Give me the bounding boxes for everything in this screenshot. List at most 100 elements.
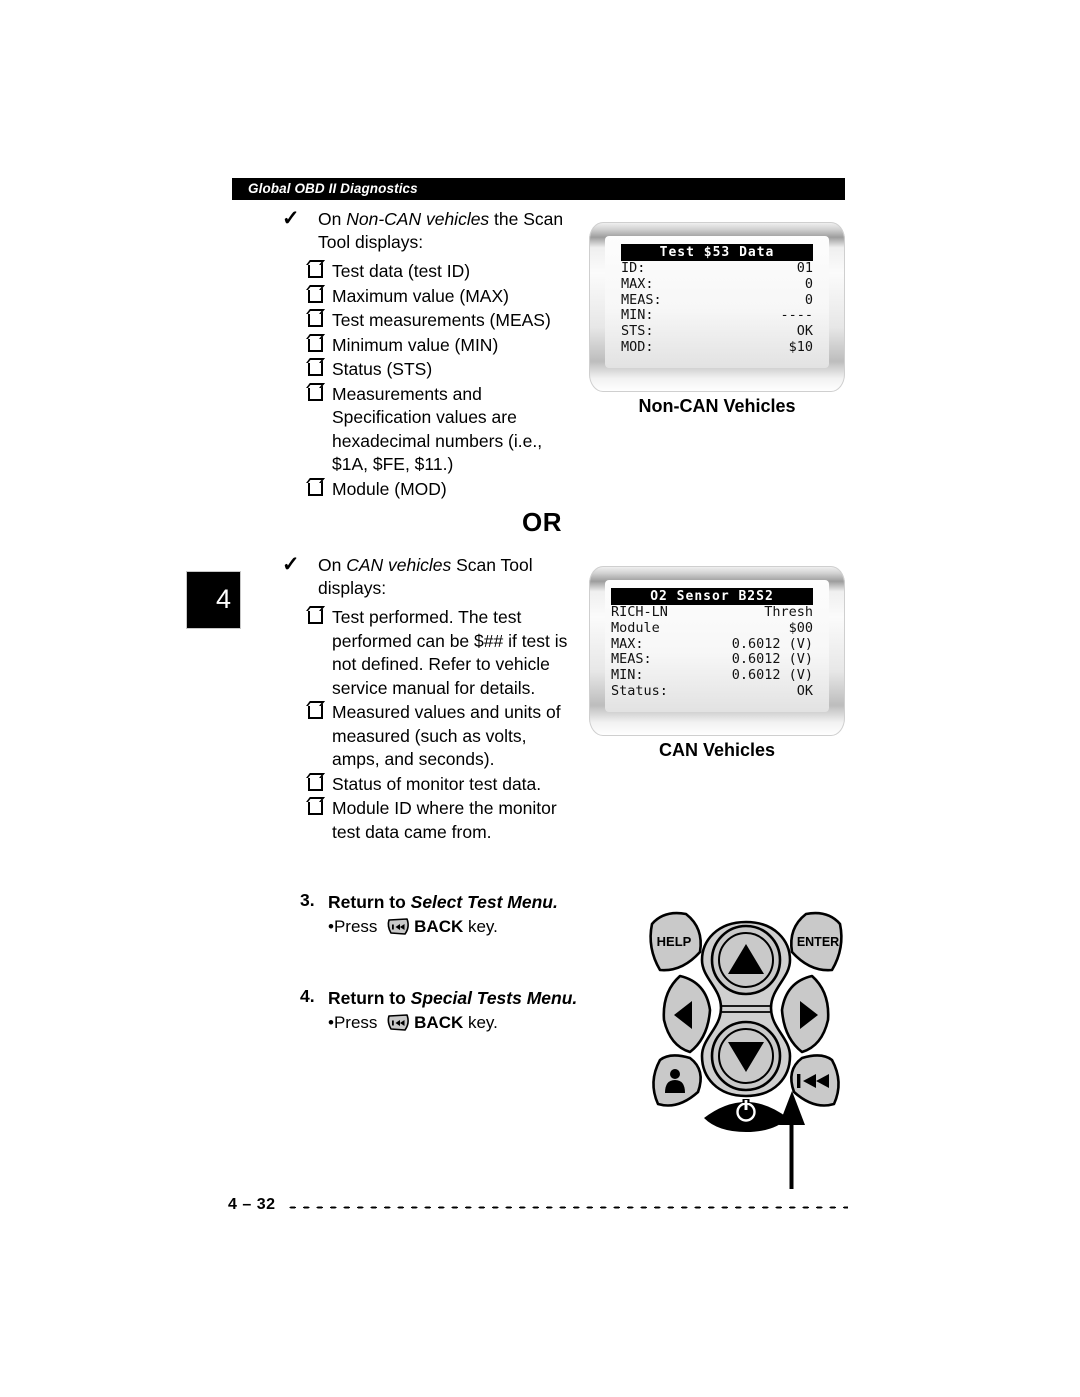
lcd-row-value: OK xyxy=(796,323,813,340)
step-title-italic: Select Test Menu. xyxy=(410,892,558,912)
non-can-lead-emphasis: Non-CAN vehicles xyxy=(346,209,490,229)
keypad-up-key[interactable] xyxy=(710,924,782,996)
square-bullet-icon xyxy=(308,775,323,791)
key-suffix: key. xyxy=(463,917,498,936)
non-can-item-list: Test data (test ID) Maximum value (MAX) … xyxy=(304,260,574,501)
list-item: Module ID where the monitor test data ca… xyxy=(304,797,574,844)
chapter-tab: 4 xyxy=(186,571,241,629)
list-item: Status (STS) xyxy=(304,358,574,382)
square-bullet-icon xyxy=(308,609,323,624)
keypad-help-key[interactable]: HELP xyxy=(649,911,702,972)
page-number: 4 – 32 xyxy=(228,1196,276,1213)
running-head-title: Global OBD II Diagnostics xyxy=(248,181,418,196)
lcd-row-value: 0.6012 (V) xyxy=(731,651,813,668)
checkmark-icon: ✓ xyxy=(282,207,300,230)
lcd-row-value: 0.6012 (V) xyxy=(731,635,813,652)
keypad-left-key[interactable] xyxy=(662,974,712,1054)
lcd-row: STS: OK xyxy=(621,323,813,340)
lcd-row: MIN: 0.6012 (V) xyxy=(611,667,813,684)
square-bullet-icon xyxy=(308,287,323,303)
page-footer: 4 – 32 xyxy=(228,1196,848,1216)
step-3: 3. Return to Select Test Menu. •Press BA… xyxy=(300,890,600,940)
list-item-label: Module (MOD) xyxy=(332,478,447,499)
chapter-tab-number: 4 xyxy=(215,584,231,614)
step-title-plain: Return to xyxy=(328,892,411,912)
screen-caption: Non-CAN Vehicles xyxy=(638,396,796,416)
keypad-enter-label: ENTER xyxy=(797,935,839,949)
lcd-row-value: 0.6012 (V) xyxy=(731,667,813,684)
lcd-row: MOD: $10 xyxy=(621,338,813,356)
list-item-label: Measured values and units of measured (s… xyxy=(332,702,561,769)
can-lead: ✓ On CAN vehicles Scan Tool displays: xyxy=(282,553,574,600)
page-canvas: Global OBD II Diagnostics 4 ✓ On Non-CAN… xyxy=(0,0,1080,1397)
numbered-steps: 3. Return to Select Test Menu. •Press BA… xyxy=(300,890,600,1082)
lcd-row-label: MIN: xyxy=(621,307,654,324)
list-item-label: Maximum value (MAX) xyxy=(332,285,509,306)
back-key-icon[interactable] xyxy=(385,917,411,936)
lcd-row-label: MIN: xyxy=(611,667,644,684)
step-title-plain: Return to xyxy=(328,988,411,1008)
square-bullet-icon xyxy=(308,312,323,327)
step-4: 4. Return to Special Tests Menu. •Press … xyxy=(300,986,600,1036)
lcd-row-label: ID: xyxy=(621,260,646,276)
list-item: Measured values and units of measured (s… xyxy=(304,701,574,772)
list-item: Test data (test ID) xyxy=(304,260,574,284)
footer-dot-leader xyxy=(286,1205,848,1210)
square-bullet-icon xyxy=(308,480,323,496)
lcd-row-label: Status: xyxy=(611,682,668,699)
lcd-row-value: OK xyxy=(796,682,813,699)
keypad-enter-key[interactable]: ENTER xyxy=(790,911,843,972)
lcd-row-value: 0 xyxy=(804,275,813,292)
step-number: 3. xyxy=(300,890,315,910)
callout-arrow-icon xyxy=(779,1091,805,1125)
keypad-user-key[interactable] xyxy=(652,1054,702,1107)
square-bullet-icon xyxy=(308,800,323,815)
list-item: Minimum value (MIN) xyxy=(304,334,574,358)
screen-caption: CAN Vehicles xyxy=(658,740,776,760)
lcd-screen-can: O2 Sensor B2S2 RICH-LN Thresh Module $00… xyxy=(589,566,845,760)
can-item-list: Test performed. The test performed can b… xyxy=(304,606,574,844)
lcd-row-label: Module xyxy=(611,619,660,636)
lcd-row-label: RICH-LN xyxy=(611,604,668,620)
list-item-label: Test measurements (MEAS) xyxy=(332,310,551,330)
list-item: Test performed. The test performed can b… xyxy=(304,606,574,700)
list-item-label: Measurements and Specification values ar… xyxy=(332,383,543,475)
lcd-content: O2 Sensor B2S2 RICH-LN Thresh Module $00… xyxy=(611,588,813,700)
lcd-row: RICH-LN Thresh xyxy=(611,604,813,621)
step-title-italic: Special Tests Menu. xyxy=(410,988,578,1008)
lcd-row: MAX: 0 xyxy=(621,275,813,293)
list-item: Test measurements (MEAS) xyxy=(304,309,574,333)
list-item: Measurements and Specification values ar… xyxy=(304,383,574,477)
keypad-help-label: HELP xyxy=(657,934,692,949)
key-suffix: key. xyxy=(463,1013,498,1032)
lcd-title-bar: O2 Sensor B2S2 xyxy=(611,588,813,605)
section-non-can: ✓ On Non-CAN vehicles the Scan Tool disp… xyxy=(282,207,574,502)
lcd-row-label: MEAS: xyxy=(621,291,662,308)
press-word: Press xyxy=(333,1013,383,1032)
lcd-content: Test $53 Data ID: 01 MAX: 0 MEAS: 0 MIN:… xyxy=(621,244,813,356)
lcd-row-label: MOD: xyxy=(621,338,654,355)
key-label: BACK xyxy=(414,1013,464,1032)
square-bullet-icon xyxy=(308,704,323,719)
lcd-row-value: Thresh xyxy=(764,604,813,620)
or-divider-label: OR xyxy=(522,507,562,537)
square-bullet-icon xyxy=(308,361,323,376)
step-number: 4. xyxy=(300,986,315,1006)
list-item-label: Status of monitor test data. xyxy=(332,773,542,794)
lcd-row: Module $00 xyxy=(611,619,813,637)
list-item: Status of monitor test data. xyxy=(304,773,574,797)
lcd-row-label: MEAS: xyxy=(611,651,652,668)
can-lead-emphasis: CAN vehicles xyxy=(346,555,452,575)
press-word: Press xyxy=(333,917,383,936)
keypad-right-key[interactable] xyxy=(780,974,830,1054)
list-item-label: Test performed. The test performed can b… xyxy=(332,607,568,698)
lcd-row: ID: 01 xyxy=(621,260,813,277)
section-can: ✓ On CAN vehicles Scan Tool displays: Te… xyxy=(282,553,574,845)
non-can-lead: ✓ On Non-CAN vehicles the Scan Tool disp… xyxy=(282,207,574,254)
keypad-diagram: HELP ENTER xyxy=(634,896,858,1141)
keypad-down-key[interactable] xyxy=(710,1020,782,1092)
list-item-label: Module ID where the monitor test data ca… xyxy=(332,798,557,842)
back-key-icon[interactable] xyxy=(385,1013,411,1032)
lcd-row-value: 01 xyxy=(796,260,813,276)
key-label: BACK xyxy=(414,917,464,936)
